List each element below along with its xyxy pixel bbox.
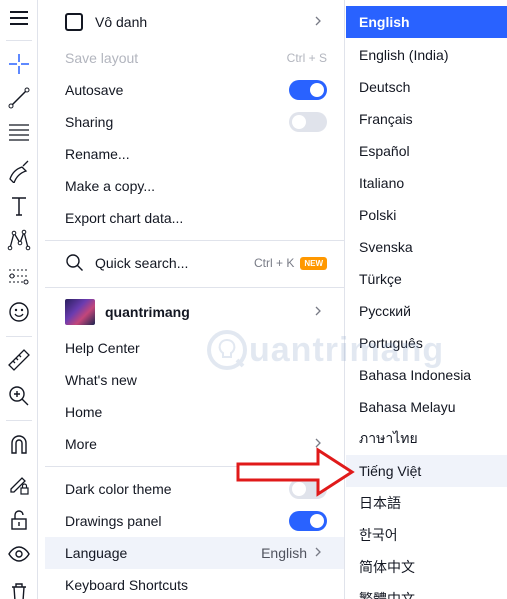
home-label: Home — [65, 404, 103, 420]
language-option[interactable]: Deutsch — [346, 71, 507, 103]
keyboard-shortcuts-label: Keyboard Shortcuts — [65, 577, 188, 593]
language-option[interactable]: 한국어 — [346, 519, 507, 551]
text-icon[interactable] — [3, 190, 35, 222]
forecast-icon[interactable] — [3, 260, 35, 292]
autosave-item[interactable]: Autosave — [45, 74, 344, 106]
layout-name-item[interactable]: Vô danh — [45, 6, 344, 38]
trend-line-icon[interactable] — [3, 82, 35, 114]
sharing-item[interactable]: Sharing — [45, 106, 344, 138]
crosshair-icon[interactable] — [3, 48, 35, 80]
language-label: Language — [65, 545, 128, 561]
make-copy-label: Make a copy... — [65, 178, 156, 194]
layout-name: Vô danh — [95, 14, 148, 30]
whats-new-item[interactable]: What's new — [45, 364, 344, 396]
make-copy-item[interactable]: Make a copy... — [45, 170, 344, 202]
language-option[interactable]: Português — [346, 327, 507, 359]
eye-icon[interactable] — [3, 538, 35, 570]
search-icon — [66, 254, 83, 271]
language-option[interactable]: Bahasa Melayu — [346, 391, 507, 423]
zoom-in-icon[interactable] — [3, 380, 35, 412]
sharing-toggle[interactable] — [289, 112, 327, 132]
drawings-panel-toggle[interactable] — [289, 511, 327, 531]
rename-label: Rename... — [65, 146, 130, 162]
horizontal-lines-icon[interactable] — [3, 116, 35, 148]
language-option[interactable]: Türkçe — [346, 263, 507, 295]
language-option[interactable]: Polski — [346, 199, 507, 231]
language-option-vietnamese[interactable]: Tiếng Việt — [346, 455, 507, 487]
help-center-item[interactable]: Help Center — [45, 332, 344, 364]
menu-icon[interactable] — [3, 2, 35, 34]
annotation-arrow-icon — [236, 447, 355, 497]
help-center-label: Help Center — [65, 340, 140, 356]
language-option[interactable]: Español — [346, 135, 507, 167]
pattern-icon[interactable] — [3, 224, 35, 256]
language-option[interactable]: English — [346, 6, 507, 38]
user-profile-item[interactable]: quantrimang — [45, 296, 344, 328]
emoji-icon[interactable] — [3, 296, 35, 328]
language-value: English — [261, 545, 307, 561]
lock-drawing-icon[interactable] — [3, 468, 35, 500]
home-item[interactable]: Home — [45, 396, 344, 428]
language-option[interactable]: ภาษาไทย — [346, 423, 507, 455]
chevron-right-icon — [315, 547, 321, 557]
language-option[interactable]: Bahasa Indonesia — [346, 359, 507, 391]
username: quantrimang — [105, 304, 190, 320]
save-shortcut: Ctrl + S — [286, 51, 327, 65]
rename-item[interactable]: Rename... — [45, 138, 344, 170]
language-option[interactable]: Русский — [346, 295, 507, 327]
export-item[interactable]: Export chart data... — [45, 202, 344, 234]
language-option[interactable]: Italiano — [346, 167, 507, 199]
language-item[interactable]: Language English — [45, 537, 344, 569]
language-option[interactable]: 简体中文 — [346, 551, 507, 583]
save-layout-item[interactable]: Save layout Ctrl + S — [45, 42, 344, 74]
export-label: Export chart data... — [65, 210, 184, 226]
save-layout-label: Save layout — [65, 50, 139, 66]
quick-search-item[interactable]: Quick search... Ctrl + K NEW — [45, 247, 344, 279]
chevron-right-icon — [315, 16, 321, 26]
magnet-icon[interactable] — [3, 428, 35, 460]
new-badge: NEW — [300, 256, 327, 270]
whats-new-label: What's new — [65, 372, 137, 388]
autosave-toggle[interactable] — [289, 80, 327, 100]
language-option[interactable]: Français — [346, 103, 507, 135]
quick-search-shortcut: Ctrl + K — [253, 256, 295, 270]
language-option[interactable]: 繁體中文 — [346, 583, 507, 599]
avatar — [65, 299, 95, 325]
main-menu: Vô danh Save layout Ctrl + S Autosave Sh… — [45, 0, 345, 599]
brush-icon[interactable] — [3, 154, 35, 186]
language-option[interactable]: English (India) — [346, 39, 507, 71]
language-option[interactable]: 日本語 — [346, 487, 507, 519]
language-option[interactable]: Svenska — [346, 231, 507, 263]
trash-icon[interactable] — [3, 576, 35, 599]
quick-search-label: Quick search... — [95, 255, 189, 271]
chevron-right-icon — [315, 306, 321, 316]
left-toolbar — [0, 0, 38, 599]
language-submenu: English English (India) Deutsch Français… — [346, 0, 507, 599]
keyboard-shortcuts-item[interactable]: Keyboard Shortcuts — [45, 569, 344, 599]
lock-icon[interactable] — [3, 504, 35, 536]
checkbox[interactable] — [65, 13, 83, 31]
drawings-panel-item[interactable]: Drawings panel — [45, 505, 344, 537]
ruler-icon[interactable] — [3, 344, 35, 376]
